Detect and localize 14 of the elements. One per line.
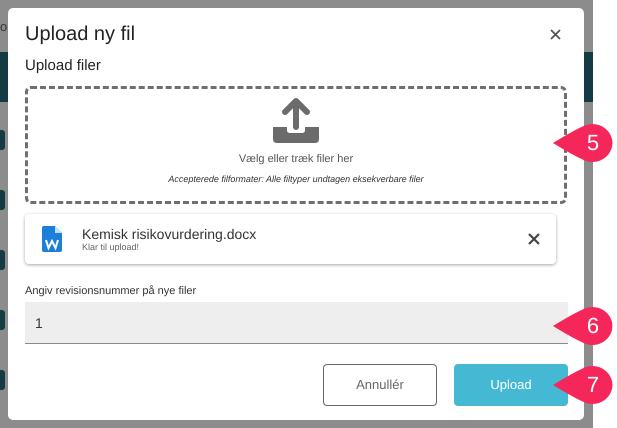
- callout-number: 7: [586, 371, 600, 399]
- dropzone[interactable]: Vælg eller træk filer her Accepterede filformater: Alle filtyper undtagen eksekverbare filer: [25, 86, 567, 204]
- dialog-title: Upload ny fil: [25, 22, 136, 46]
- callout-number: 5: [586, 129, 600, 157]
- dropzone-prompt: Vælg eller træk filer her: [238, 152, 354, 166]
- callout-number: 6: [586, 312, 600, 340]
- cancel-button[interactable]: Annullér: [323, 364, 437, 406]
- format-note: Accepterede filformater: Alle filtyper undtagen eksekverbare filer: [168, 173, 424, 186]
- revision-field[interactable]: 1: [25, 302, 568, 344]
- field-label: Angiv revisionsnummer på nye filer: [25, 284, 198, 298]
- page-text: o: [0, 19, 8, 34]
- file-status: Klar til upload!: [82, 242, 140, 252]
- file-name: Kemisk risikovurdering.docx: [82, 226, 258, 242]
- section-title: Upload filer: [25, 56, 102, 76]
